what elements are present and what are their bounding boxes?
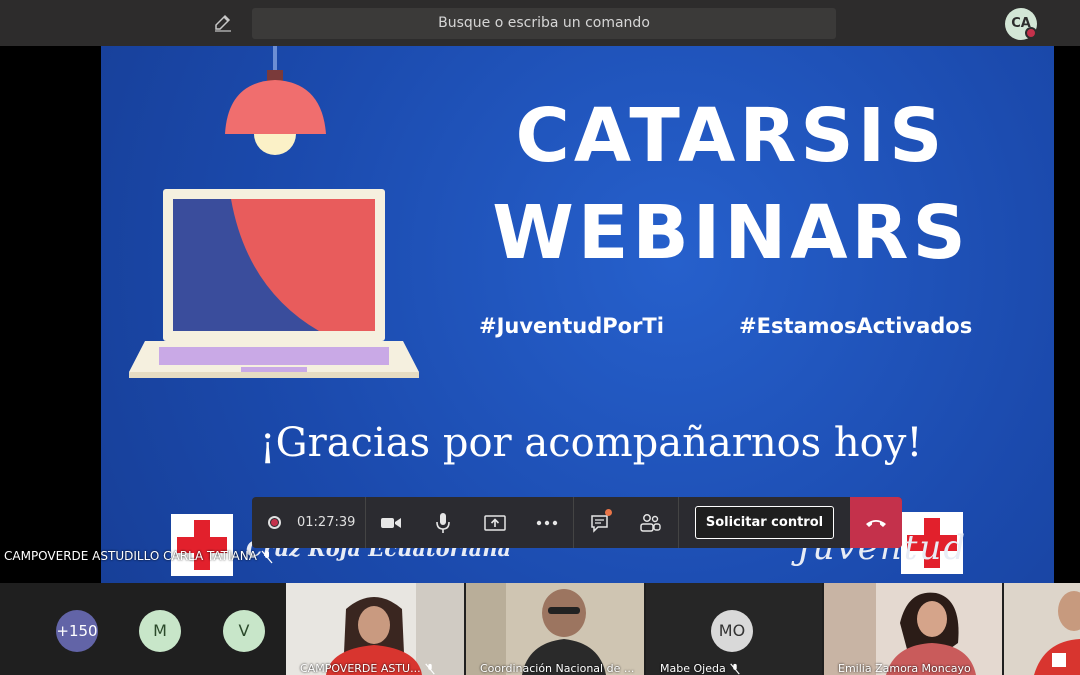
slide-thanks-text: ¡Gracias por acompañarnos hoy! bbox=[259, 420, 923, 466]
chat-icon bbox=[591, 515, 608, 533]
hashtag-activados: #EstamosActivados bbox=[739, 314, 973, 338]
microphone-icon bbox=[436, 513, 450, 533]
chat-button[interactable] bbox=[583, 506, 617, 540]
participant-name: Mabe Ojeda bbox=[660, 662, 726, 675]
toolbar-divider bbox=[678, 497, 679, 548]
participants-button[interactable] bbox=[633, 506, 667, 540]
laptop-illustration bbox=[129, 189, 419, 378]
mic-muted-icon bbox=[425, 663, 435, 675]
search-input[interactable]: Busque o escriba un comando bbox=[252, 8, 836, 39]
participant-avatar: MO bbox=[711, 610, 753, 652]
red-cross-logo-left bbox=[171, 514, 233, 576]
hang-up-button[interactable] bbox=[850, 497, 902, 548]
presence-busy-icon bbox=[1025, 27, 1037, 39]
participant-avatar[interactable]: M bbox=[139, 610, 181, 652]
share-screen-icon bbox=[484, 515, 506, 531]
call-timer: 01:27:39 bbox=[297, 515, 356, 530]
participants-icon bbox=[640, 514, 661, 532]
top-bar: Busque o escriba un comando CA bbox=[0, 0, 1080, 46]
mic-muted-icon bbox=[730, 663, 740, 675]
lamp-illustration bbox=[225, 46, 326, 155]
participant-video-tile[interactable]: CAMPOVERDE ASTU... bbox=[286, 583, 464, 675]
camera-button[interactable] bbox=[374, 506, 408, 540]
participant-avatar[interactable]: V bbox=[223, 610, 265, 652]
microphone-button[interactable] bbox=[426, 506, 460, 540]
call-toolbar: 01:27:39 Solicitar control bbox=[252, 497, 902, 548]
more-participants-button[interactable]: +150 bbox=[56, 610, 98, 652]
compose-icon[interactable] bbox=[212, 12, 234, 34]
toolbar-divider bbox=[365, 497, 366, 548]
participant-name: CAMPOVERDE ASTU... bbox=[300, 662, 421, 675]
hashtag-juventud: #JuventudPorTi bbox=[479, 314, 664, 338]
participant-name: Coordinación Nacional de ... bbox=[480, 662, 635, 675]
recording-icon bbox=[268, 516, 281, 529]
mic-muted-icon bbox=[261, 550, 273, 563]
presenter-name-text: CAMPOVERDE ASTUDILLO CARLA TATIANA bbox=[4, 549, 257, 563]
slide-title-line2: WEBINARS bbox=[492, 190, 970, 276]
more-actions-button[interactable] bbox=[530, 506, 564, 540]
participant-name-label: CAMPOVERDE ASTU... bbox=[300, 662, 436, 675]
phone-hangup-icon bbox=[866, 519, 886, 527]
participant-name: Emilia Zamora Moncayo bbox=[838, 662, 971, 675]
participants-strip: +150 M V CAMPOVERDE ASTU... Coordinación… bbox=[0, 583, 1080, 675]
slide-title-line1: CATARSIS bbox=[515, 93, 947, 179]
presenter-name-label: CAMPOVERDE ASTUDILLO CARLA TATIANA bbox=[4, 549, 273, 564]
request-control-button[interactable]: Solicitar control bbox=[695, 506, 834, 539]
toolbar-divider bbox=[573, 497, 574, 548]
participant-video bbox=[1004, 583, 1080, 675]
participant-name-label: Coordinación Nacional de ... bbox=[480, 662, 634, 675]
participant-name-label: Mabe Ojeda bbox=[660, 662, 741, 675]
camera-icon bbox=[381, 518, 401, 528]
participant-video-tile[interactable] bbox=[1004, 583, 1080, 675]
participant-name-label: Emilia Zamora Moncayo bbox=[838, 662, 971, 675]
participant-tile[interactable]: MO Mabe Ojeda bbox=[646, 583, 822, 675]
ellipsis-icon bbox=[536, 520, 558, 526]
participant-video-tile[interactable]: Coordinación Nacional de ... bbox=[466, 583, 644, 675]
unread-indicator bbox=[605, 509, 612, 516]
participant-video-tile[interactable]: Emilia Zamora Moncayo bbox=[824, 583, 1002, 675]
share-screen-button[interactable] bbox=[478, 506, 512, 540]
